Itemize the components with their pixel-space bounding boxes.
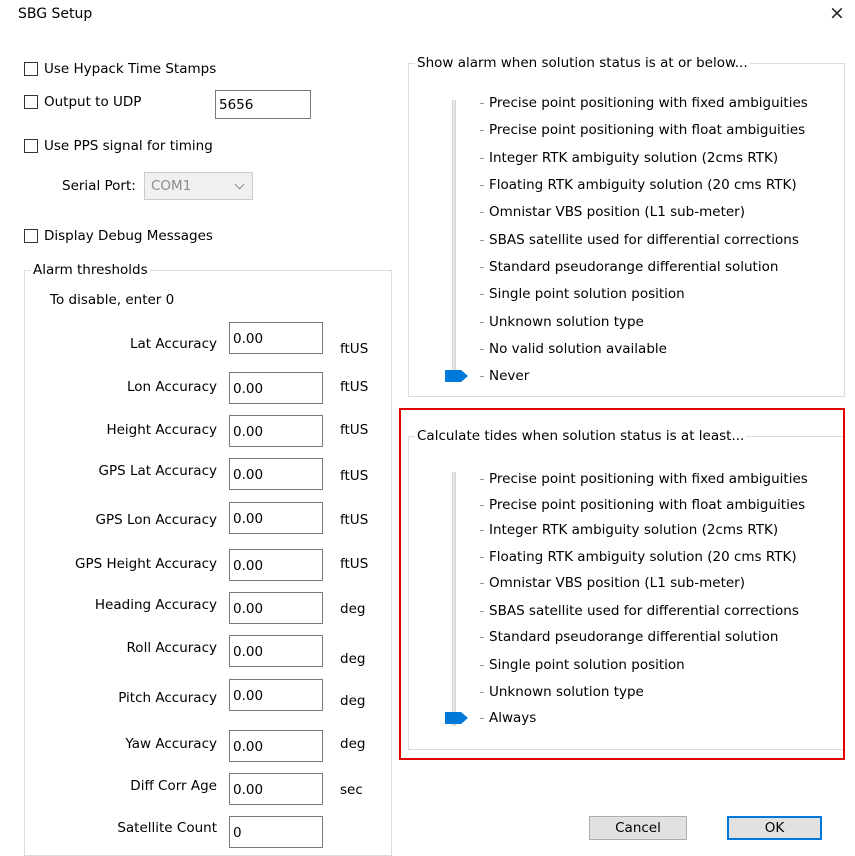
output-to-udp-checkbox[interactable]: Output to UDP	[24, 94, 141, 110]
threshold-unit: deg	[340, 736, 366, 752]
threshold-unit: ftUS	[340, 379, 369, 395]
checkbox-box[interactable]	[24, 95, 38, 109]
display-debug-label: Display Debug Messages	[44, 228, 213, 244]
use-hypack-time-stamps-label: Use Hypack Time Stamps	[44, 61, 217, 77]
threshold-label: Pitch Accuracy	[118, 690, 217, 706]
alarm-status-option: Integer RTK ambiguity solution (2cms RTK…	[489, 150, 779, 166]
slider-tick	[480, 267, 484, 268]
threshold-input[interactable]	[229, 592, 323, 624]
alarm-status-slider-thumb[interactable]	[444, 369, 469, 383]
alarm-status-option: Precise point positioning with float amb…	[489, 122, 806, 138]
threshold-input[interactable]	[229, 679, 323, 711]
alarm-status-option: Unknown solution type	[489, 314, 644, 330]
threshold-input[interactable]	[229, 549, 323, 581]
threshold-unit: sec	[340, 782, 363, 798]
chevron-down-icon	[234, 179, 245, 190]
alarm-status-option: No valid solution available	[489, 341, 667, 357]
alarm-status-option: Never	[489, 368, 530, 384]
threshold-unit: ftUS	[340, 422, 369, 438]
alarm-status-option: Single point solution position	[489, 286, 685, 302]
alarm-status-option: Standard pseudorange differential soluti…	[489, 259, 779, 275]
serial-port-label: Serial Port:	[62, 178, 136, 194]
threshold-label: Heading Accuracy	[94, 597, 217, 613]
threshold-label: Satellite Count	[117, 820, 217, 836]
serial-port-select[interactable]: COM1	[144, 172, 253, 200]
use-pps-label: Use PPS signal for timing	[44, 138, 213, 154]
output-to-udp-label: Output to UDP	[44, 94, 142, 110]
threshold-input[interactable]	[229, 773, 323, 805]
threshold-unit: ftUS	[340, 341, 369, 357]
threshold-label: Yaw Accuracy	[125, 736, 217, 752]
threshold-label: Lat Accuracy	[129, 336, 217, 352]
alarm-status-option: Precise point positioning with fixed amb…	[489, 95, 808, 111]
threshold-label: Lon Accuracy	[126, 379, 217, 395]
threshold-label: GPS Lat Accuracy	[98, 463, 217, 479]
threshold-unit: deg	[340, 601, 366, 617]
slider-tick	[480, 103, 484, 104]
highlight-box	[399, 408, 845, 760]
slider-tick	[480, 349, 484, 350]
udp-port-input[interactable]	[215, 90, 311, 119]
threshold-input[interactable]	[229, 322, 323, 354]
ok-button[interactable]: OK	[727, 816, 822, 840]
dialog-title: SBG Setup	[18, 6, 93, 22]
slider-tick	[480, 185, 484, 186]
alarm-thresholds-note: To disable, enter 0	[50, 292, 175, 308]
threshold-input[interactable]	[229, 635, 323, 667]
threshold-unit: ftUS	[340, 468, 369, 484]
threshold-input[interactable]	[229, 372, 323, 404]
close-icon[interactable]: ×	[829, 4, 845, 23]
alarm-status-option: Floating RTK ambiguity solution (20 cms …	[489, 177, 797, 193]
threshold-label: GPS Lon Accuracy	[95, 512, 218, 528]
alarm-status-title: Show alarm when solution status is at or…	[417, 55, 748, 71]
threshold-label: Roll Accuracy	[126, 640, 217, 656]
threshold-unit: ftUS	[340, 512, 369, 528]
checkbox-box[interactable]	[24, 229, 38, 243]
threshold-label: Diff Corr Age	[130, 778, 217, 794]
use-hypack-time-stamps-checkbox[interactable]: Use Hypack Time Stamps	[24, 61, 216, 77]
slider-tick	[480, 212, 484, 213]
slider-tick	[480, 376, 484, 377]
alarm-status-slider-track[interactable]	[452, 100, 456, 380]
threshold-unit: ftUS	[340, 556, 369, 572]
display-debug-checkbox[interactable]: Display Debug Messages	[24, 228, 213, 244]
threshold-input[interactable]	[229, 730, 323, 762]
serial-port-value: COM1	[151, 178, 192, 194]
threshold-input[interactable]	[229, 458, 323, 490]
threshold-input[interactable]	[229, 415, 323, 447]
threshold-unit: deg	[340, 693, 366, 709]
slider-tick	[480, 294, 484, 295]
checkbox-box[interactable]	[24, 62, 38, 76]
alarm-status-option: Omnistar VBS position (L1 sub-meter)	[489, 204, 745, 220]
threshold-label: Height Accuracy	[106, 422, 217, 438]
alarm-status-option: SBAS satellite used for differential cor…	[489, 232, 799, 248]
cancel-button[interactable]: Cancel	[589, 816, 687, 840]
slider-tick	[480, 130, 484, 131]
checkbox-box[interactable]	[24, 139, 38, 153]
slider-tick	[480, 240, 484, 241]
threshold-input[interactable]	[229, 816, 323, 848]
slider-tick	[480, 158, 484, 159]
alarm-thresholds-title: Alarm thresholds	[33, 262, 148, 278]
threshold-input[interactable]	[229, 502, 323, 534]
threshold-unit: deg	[340, 651, 366, 667]
slider-tick	[480, 322, 484, 323]
use-pps-checkbox[interactable]: Use PPS signal for timing	[24, 138, 213, 154]
threshold-label: GPS Height Accuracy	[74, 556, 217, 572]
